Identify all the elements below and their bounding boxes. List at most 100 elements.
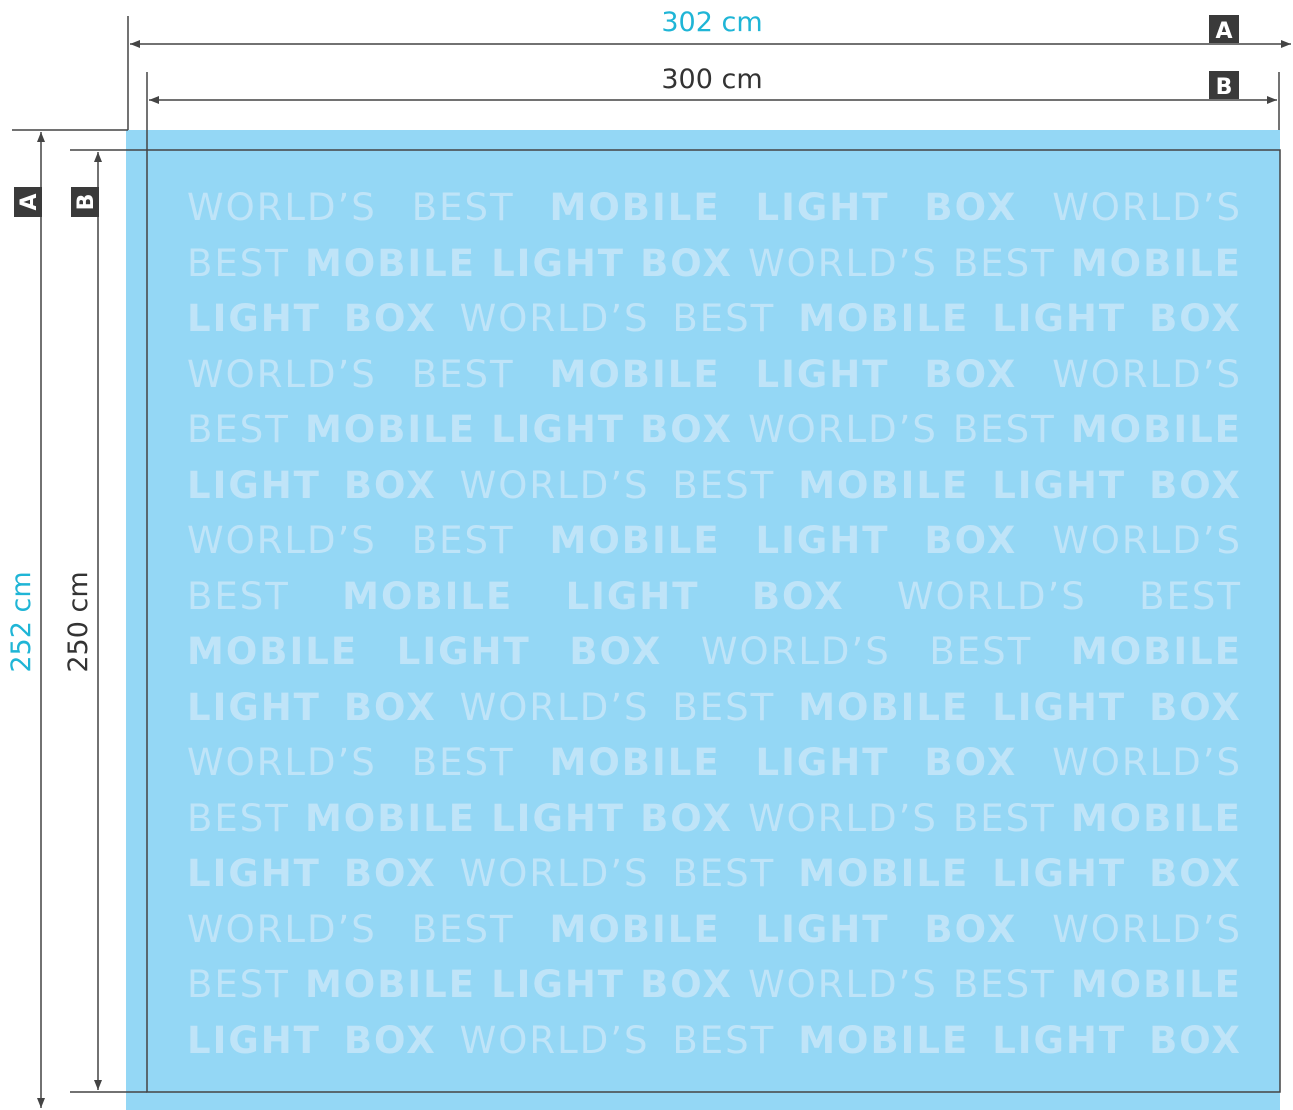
pattern-word: BOX — [924, 519, 1018, 562]
badge-a-horizontal: A — [1209, 15, 1239, 44]
pattern-word: LIGHT — [755, 741, 890, 784]
pattern-word: BOX — [924, 352, 1018, 396]
outer-height-label: 252 cm — [6, 571, 37, 672]
pattern-row: BEST MOBILE LIGHT BOX WORLD’S BEST MOBILE — [187, 402, 1242, 458]
pattern-word: BOX — [924, 741, 1018, 784]
pattern-word: BEST — [411, 352, 515, 396]
pattern-word: BEST — [1139, 574, 1242, 618]
pattern-word: BOX — [1149, 463, 1242, 507]
pattern-word: BEST — [187, 241, 290, 285]
pattern-word: MOBILE — [1070, 963, 1242, 1006]
pattern-word: LIGHT — [187, 852, 321, 895]
pattern-word: BOX — [924, 907, 1018, 951]
badge-a-vertical: A — [14, 187, 42, 217]
pattern-word: MOBILE — [798, 685, 970, 729]
pattern-word: WORLD’S — [459, 297, 650, 340]
pattern-word: LIGHT — [755, 186, 890, 229]
pattern-word: LIGHT — [992, 463, 1127, 507]
svg-text:A: A — [1215, 19, 1232, 44]
pattern-word: MOBILE — [1070, 241, 1242, 285]
pattern-word: MOBILE — [1070, 630, 1242, 673]
pattern-word: WORLD’S — [187, 741, 377, 784]
pattern-word: BEST — [672, 685, 776, 729]
pattern-word: LIGHT — [565, 574, 700, 618]
pattern-word: BOX — [343, 1018, 437, 1062]
pattern-word: WORLD’S — [897, 574, 1087, 618]
pattern-word: LIGHT — [755, 907, 890, 951]
pattern-row: BEST MOBILE LIGHT BOX WORLD’S BEST MOBILE — [187, 957, 1242, 1013]
pattern-word: LIGHT — [491, 408, 626, 451]
pattern-row: LIGHT BOX WORLD’S BEST MOBILE LIGHT BOX — [187, 291, 1242, 347]
pattern-word: WORLD’S — [187, 352, 377, 396]
pattern-row: BEST MOBILE LIGHT BOX WORLD’S BEST MOBILE — [187, 791, 1242, 847]
pattern-word: BOX — [343, 685, 437, 729]
pattern-word: LIGHT — [396, 630, 531, 673]
pattern-word: MOBILE — [549, 186, 721, 229]
pattern-word: LIGHT — [755, 519, 890, 562]
pattern-word: BOX — [640, 963, 733, 1006]
pattern-word: MOBILE — [304, 241, 477, 285]
pattern-word: BEST — [187, 408, 290, 451]
pattern-word: LIGHT — [187, 1018, 321, 1062]
pattern-row: LIGHT BOX WORLD’S BEST MOBILE LIGHT BOX — [187, 846, 1242, 902]
pattern-word: WORLD’S — [187, 907, 377, 951]
pattern-word: WORLD’S — [459, 1018, 650, 1062]
pattern-word: WORLD’S — [459, 685, 650, 729]
pattern-word: MOBILE — [1070, 796, 1242, 840]
pattern-word: LIGHT — [992, 685, 1127, 729]
pattern-word: LIGHT — [992, 1018, 1127, 1062]
pattern-word: WORLD’S — [700, 630, 891, 673]
inner-height-label: 250 cm — [63, 571, 94, 672]
pattern-word: BEST — [187, 574, 290, 618]
pattern-word: MOBILE — [798, 852, 970, 895]
pattern-word: LIGHT — [491, 963, 626, 1006]
pattern-row: WORLD’S BEST MOBILE LIGHT BOX WORLD’S — [187, 180, 1242, 236]
pattern-word: BOX — [343, 297, 437, 340]
pattern-word: WORLD’S — [459, 463, 650, 507]
pattern-word: MOBILE — [549, 352, 721, 396]
pattern-row: WORLD’S BEST MOBILE LIGHT BOX WORLD’S — [187, 347, 1242, 403]
pattern-word: BOX — [640, 796, 733, 840]
svg-text:B: B — [1216, 75, 1233, 100]
svg-text:A: A — [17, 193, 42, 210]
pattern-row: BEST MOBILE LIGHT BOX WORLD’S BEST — [187, 569, 1242, 625]
pattern-word: LIGHT — [187, 685, 321, 729]
pattern-row: LIGHT BOX WORLD’S BEST MOBILE LIGHT BOX — [187, 1013, 1242, 1069]
pattern-word: WORLD’S — [1052, 741, 1242, 784]
pattern-word: BOX — [343, 852, 437, 895]
pattern-word: BEST — [411, 186, 515, 229]
pattern-word: BOX — [640, 241, 733, 285]
pattern-word: WORLD’S — [1052, 352, 1242, 396]
pattern-word: MOBILE — [304, 963, 477, 1006]
pattern-word: BEST — [411, 741, 515, 784]
pattern-row: WORLD’S BEST MOBILE LIGHT BOX WORLD’S — [187, 902, 1242, 958]
pattern-word: MOBILE — [798, 297, 970, 340]
pattern-word: BOX — [343, 463, 437, 507]
pattern-word: MOBILE — [342, 574, 514, 618]
pattern-word: MOBILE — [1070, 408, 1242, 451]
pattern-word: MOBILE — [304, 796, 477, 840]
pattern-word: LIGHT — [491, 241, 626, 285]
pattern-row: WORLD’S BEST MOBILE LIGHT BOX WORLD’S — [187, 735, 1242, 791]
pattern-word: BEST — [952, 963, 1056, 1006]
pattern-word: BOX — [1149, 685, 1242, 729]
pattern-word: MOBILE — [798, 1018, 970, 1062]
pattern-word: BEST — [929, 630, 1033, 673]
text-pattern: WORLD’S BEST MOBILE LIGHT BOX WORLD’S BEST MOBI… — [187, 180, 1242, 1068]
pattern-word: BEST — [952, 241, 1056, 285]
pattern-word: LIGHT — [992, 852, 1127, 895]
pattern-word: LIGHT — [992, 297, 1127, 340]
pattern-word: BEST — [672, 297, 776, 340]
pattern-word: BEST — [952, 796, 1056, 840]
pattern-word: WORLD’S — [748, 408, 938, 451]
inner-width-label: 300 cm — [661, 64, 762, 95]
pattern-word: BOX — [1149, 852, 1242, 895]
pattern-word: MOBILE — [549, 519, 721, 562]
pattern-word: BOX — [1149, 297, 1242, 340]
pattern-word: MOBILE — [304, 408, 477, 451]
pattern-word: BEST — [411, 907, 515, 951]
pattern-word: WORLD’S — [187, 519, 377, 562]
pattern-word: MOBILE — [798, 463, 970, 507]
pattern-word: LIGHT — [491, 796, 626, 840]
pattern-word: BOX — [569, 630, 663, 673]
